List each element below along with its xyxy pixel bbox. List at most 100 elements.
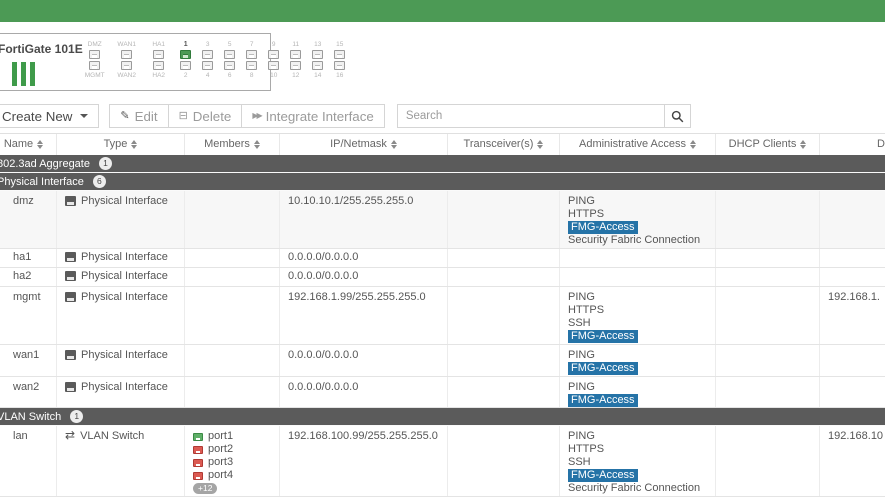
- dhcp-range-cell: 192.168.1.: [828, 291, 880, 303]
- fortinet-logo-icon: [12, 62, 83, 86]
- edit-button[interactable]: ✎ Edit: [109, 104, 169, 128]
- table-row-ha2[interactable]: ha2 Physical Interface 0.0.0.0/0.0.0.0: [0, 268, 885, 287]
- search-icon: [671, 110, 684, 122]
- sort-icon: [390, 139, 397, 149]
- create-new-button[interactable]: Create New: [0, 104, 100, 128]
- dhcp-range-cell: 192.168.10: [828, 430, 884, 442]
- ethernet-port-icon: [202, 61, 214, 70]
- search-input[interactable]: [396, 104, 665, 128]
- member-port: port2: [208, 443, 234, 455]
- table-row-dmz[interactable]: dmz Physical Interface 10.10.10.1/255.25…: [0, 191, 885, 249]
- group-row-aggregate[interactable]: 802.3ad Aggregate 1: [0, 155, 885, 173]
- table-row-wan2[interactable]: wan2 Physical Interface 0.0.0.0/0.0.0.0 …: [0, 377, 885, 408]
- port-dmz[interactable]: DMZ MGMT: [83, 40, 107, 80]
- dhcp-clients-cell: [716, 191, 820, 248]
- port-down-icon: [193, 458, 203, 467]
- delete-button[interactable]: ⊟ Delete: [168, 104, 243, 128]
- column-header-ip-netmask[interactable]: IP/Netmask: [280, 134, 448, 155]
- dhcp-clients-cell: [716, 249, 820, 267]
- port-9[interactable]: 9 10: [267, 40, 281, 80]
- more-members-badge[interactable]: +12: [193, 483, 218, 494]
- fortigate-interface-page: FortiGate 101E DMZ MGMT WAN1 WAN2 HA1 HA…: [0, 0, 885, 498]
- port-down-icon: [193, 445, 203, 454]
- fmg-access-highlight: FMG-Access: [568, 221, 638, 234]
- dhcp-range-cell: [820, 268, 885, 286]
- column-header-admin-access[interactable]: Administrative Access: [560, 134, 716, 155]
- group-row-vlan-switch[interactable]: VLAN Switch 1: [0, 408, 885, 426]
- search-button[interactable]: [664, 104, 691, 128]
- ip-netmask: 0.0.0.0/0.0.0.0: [280, 249, 448, 267]
- ethernet-port-icon: [312, 61, 324, 70]
- dhcp-clients-cell: [716, 345, 820, 376]
- port-1[interactable]: 1 2: [179, 40, 193, 80]
- port-13[interactable]: 13 14: [311, 40, 325, 80]
- port-5[interactable]: 5 6: [223, 40, 237, 80]
- transceivers-cell: [448, 287, 560, 344]
- member-port: port4: [208, 469, 234, 481]
- column-header-name[interactable]: Name: [0, 134, 57, 155]
- interface-name: wan1: [0, 345, 57, 376]
- group-count-badge: 6: [92, 175, 106, 188]
- member-port: port1: [208, 430, 234, 442]
- table-header-row: Name Type Members IP/Netmask Transceiver…: [0, 134, 885, 155]
- fmg-access-highlight: FMG-Access: [568, 394, 638, 407]
- ip-netmask: 192.168.100.99/255.255.255.0: [280, 426, 448, 496]
- integrate-interface-button[interactable]: ▶▶ Integrate Interface: [242, 104, 385, 128]
- column-header-members[interactable]: Members: [185, 134, 280, 155]
- table-row-mgmt[interactable]: mgmt Physical Interface 192.168.1.99/255…: [0, 287, 885, 345]
- physical-interface-icon: [65, 350, 76, 360]
- ethernet-port-icon: [268, 61, 280, 70]
- column-header-transceivers[interactable]: Transceiver(s): [448, 134, 560, 155]
- interfaces-table: Name Type Members IP/Netmask Transceiver…: [0, 133, 885, 497]
- transceivers-cell: [448, 345, 560, 376]
- port-down-icon: [193, 471, 203, 480]
- ethernet-port-icon: [246, 50, 258, 59]
- ethernet-port-icon: [153, 50, 165, 59]
- fmg-access-highlight: FMG-Access: [568, 330, 638, 343]
- ethernet-port-icon: [246, 61, 258, 70]
- table-row-ha1[interactable]: ha1 Physical Interface 0.0.0.0/0.0.0.0: [0, 249, 885, 268]
- ethernet-port-icon: [224, 50, 236, 59]
- ip-netmask: 192.168.1.99/255.255.255.0: [280, 287, 448, 344]
- ip-netmask: 0.0.0.0/0.0.0.0: [280, 268, 448, 286]
- dhcp-range-cell: [820, 377, 885, 407]
- device-panel-section: FortiGate 101E DMZ MGMT WAN1 WAN2 HA1 HA…: [0, 22, 885, 101]
- group-count-badge: 1: [99, 157, 113, 170]
- port-15[interactable]: 15 16: [333, 40, 347, 80]
- ip-netmask: 10.10.10.1/255.255.255.0: [280, 191, 448, 248]
- ethernet-port-icon: [224, 61, 236, 70]
- physical-interface-icon: [65, 252, 76, 262]
- fast-forward-icon: ▶▶: [252, 111, 262, 120]
- dhcp-range-cell: [820, 191, 885, 248]
- group-row-physical[interactable]: Physical Interface 6: [0, 173, 885, 191]
- transceivers-cell: [448, 426, 560, 496]
- port-ha1[interactable]: HA1 HA2: [147, 40, 171, 80]
- column-header-dhcp-clients[interactable]: DHCP Clients: [716, 134, 820, 155]
- device-identity: FortiGate 101E: [0, 40, 83, 86]
- admin-access-cell: PING FMG-Access: [560, 345, 716, 376]
- column-header-truncated[interactable]: D: [820, 134, 885, 155]
- port-7[interactable]: 7 8: [245, 40, 259, 80]
- chevron-down-icon: [80, 114, 89, 118]
- physical-interface-icon: [65, 382, 76, 392]
- port-wan1[interactable]: WAN1 WAN2: [115, 40, 139, 80]
- members-cell: [185, 268, 280, 286]
- interface-type: VLAN Switch: [80, 430, 145, 442]
- ip-netmask: 0.0.0.0/0.0.0.0: [280, 345, 448, 376]
- ethernet-port-icon: [153, 61, 165, 70]
- interface-name: lan: [0, 426, 57, 496]
- admin-access-cell: PING HTTPS FMG-Access Security Fabric Co…: [560, 191, 716, 248]
- group-count-badge: 1: [70, 410, 84, 423]
- ethernet-port-icon: [290, 61, 302, 70]
- port-3[interactable]: 3 4: [201, 40, 215, 80]
- toolbar: Create New ✎ Edit ⊟ Delete ▶▶ Integrate …: [0, 103, 885, 129]
- members-cell: [185, 377, 280, 407]
- port-11[interactable]: 11 12: [289, 40, 303, 80]
- table-row-wan1[interactable]: wan1 Physical Interface 0.0.0.0/0.0.0.0 …: [0, 345, 885, 377]
- column-header-type[interactable]: Type: [57, 134, 185, 155]
- sort-icon: [689, 139, 696, 149]
- table-row-lan[interactable]: lan ⇄ VLAN Switch port1 port2 port3 port4…: [0, 426, 885, 497]
- members-cell: [185, 191, 280, 248]
- members-cell: port1 port2 port3 port4 +12: [185, 426, 280, 496]
- members-cell: [185, 345, 280, 376]
